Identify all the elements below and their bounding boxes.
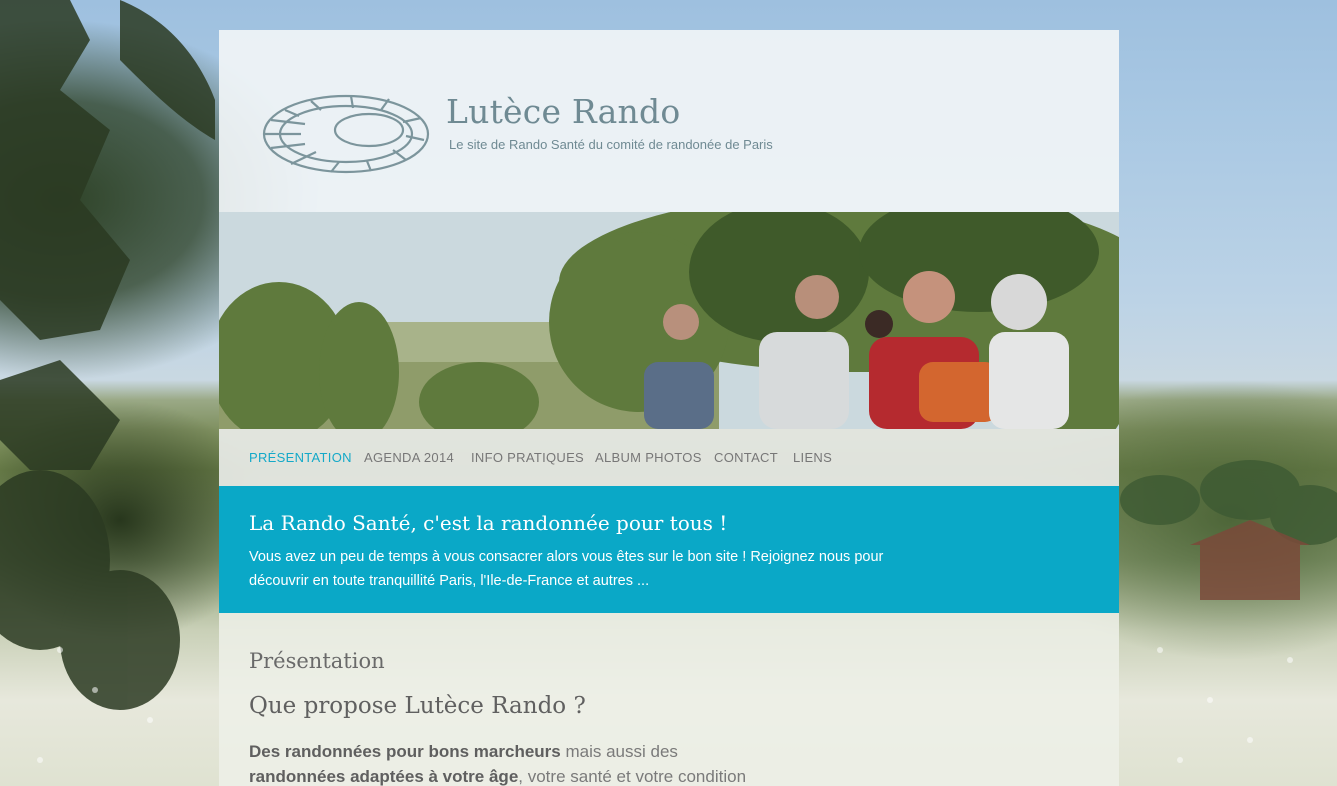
paragraph-text-2: , votre santé et votre condition (518, 767, 747, 786)
hero-photo (219, 212, 1119, 429)
nav-item-info-pratiques[interactable]: INFO PRATIQUES (471, 450, 584, 465)
banner-text: Vous avez un peu de temps à vous consacr… (249, 549, 884, 589)
page-container: Lutèce Rando Le site de Rando Santé du c… (219, 30, 1119, 786)
intro-banner: La Rando Santé, c'est la randonnée pour … (219, 486, 1119, 613)
main-content: Présentation Que propose Lutèce Rando ? … (219, 613, 1119, 786)
nav-item-presentation[interactable]: PRÉSENTATION (249, 450, 352, 465)
site-title[interactable]: Lutèce Rando (446, 92, 680, 131)
section-paragraph: Des randonnées pour bons marcheurs mais … (249, 739, 809, 786)
bold-phrase-bons-marcheurs: Des randonnées pour bons marcheurs (249, 742, 561, 761)
nav-item-agenda-2014[interactable]: AGENDA 2014 (364, 450, 454, 465)
page-title: Présentation (249, 649, 385, 673)
nav-item-liens[interactable]: LIENS (793, 450, 832, 465)
hero-illustration (219, 212, 1119, 429)
section-heading: Que propose Lutèce Rando ? (249, 693, 586, 719)
banner-title: La Rando Santé, c'est la randonnée pour … (249, 511, 728, 535)
site-tagline: Le site de Rando Santé du comité de rand… (449, 137, 773, 152)
nav-item-album-photos[interactable]: ALBUM PHOTOS (595, 450, 702, 465)
bold-phrase-adaptees: randonnées adaptées à votre âge (249, 767, 519, 786)
nav-item-contact[interactable]: CONTACT (714, 450, 778, 465)
site-header: Lutèce Rando Le site de Rando Santé du c… (219, 30, 1119, 212)
arena-logo-icon[interactable] (261, 90, 431, 174)
main-nav: PRÉSENTATION AGENDA 2014 INFO PRATIQUES … (219, 429, 1119, 486)
paragraph-text-1: mais aussi des (560, 742, 678, 761)
